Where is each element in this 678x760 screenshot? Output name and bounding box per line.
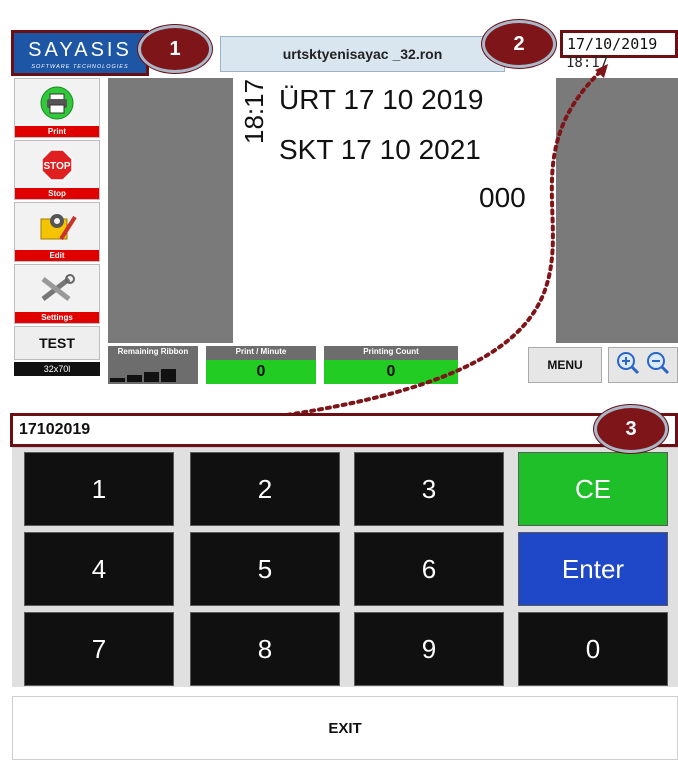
label-time: 18:17 [239, 79, 269, 148]
annotation-badge-2: 2 [482, 20, 556, 68]
numeric-keypad: 1 2 3 CE 4 5 6 Enter 7 8 9 0 [12, 447, 678, 687]
edit-button[interactable]: Edit [14, 202, 100, 262]
annotation-badge-3: 3 [594, 405, 668, 453]
key-0[interactable]: 0 [518, 612, 668, 686]
enter-button[interactable]: Enter [518, 532, 668, 606]
printer-icon [15, 83, 99, 123]
test-button[interactable]: TEST [14, 326, 100, 360]
numeric-input-value: 17102019 [19, 421, 91, 438]
print-per-minute-title: Print / Minute [235, 347, 287, 356]
key-4[interactable]: 4 [24, 532, 174, 606]
logo-tagline: SOFTWARE TECHNOLOGIES [31, 64, 129, 70]
label-preview[interactable]: 18:17 ÜRT 17 10 2019 SKT 17 10 2021 000 [233, 78, 556, 343]
sidebar: Print STOP Stop Edit Settings TEST 32x70… [14, 78, 100, 376]
annotation-badge-1: 1 [138, 25, 212, 73]
printing-count-value: 0 [324, 360, 458, 384]
print-label: Print [15, 126, 99, 137]
stop-sign-icon: STOP [15, 145, 99, 185]
edit-label: Edit [15, 250, 99, 261]
key-5[interactable]: 5 [190, 532, 340, 606]
sayasis-logo: SAYASIS SOFTWARE TECHNOLOGIES [11, 30, 149, 76]
settings-label: Settings [15, 312, 99, 323]
key-9[interactable]: 9 [354, 612, 504, 686]
key-3[interactable]: 3 [354, 452, 504, 526]
exit-button[interactable]: EXIT [12, 696, 678, 760]
printing-count: Printing Count 0 [324, 346, 458, 384]
printing-count-title: Printing Count [363, 347, 419, 356]
stop-label: Stop [15, 188, 99, 199]
zoom-in-icon[interactable] [616, 351, 640, 380]
stop-button[interactable]: STOP Stop [14, 140, 100, 200]
label-size-indicator: 32x70l [14, 362, 100, 376]
clear-entry-button[interactable]: CE [518, 452, 668, 526]
logo-brand: SAYASIS [28, 39, 132, 61]
current-file-name[interactable]: urtsktyenisayac _32.ron [220, 36, 505, 72]
print-per-minute-value: 0 [206, 360, 316, 384]
key-6[interactable]: 6 [354, 532, 504, 606]
printer-screen: SAYASIS SOFTWARE TECHNOLOGIES urtsktyeni… [8, 30, 678, 386]
remaining-ribbon: Remaining Ribbon [108, 346, 198, 384]
tools-icon [15, 269, 99, 309]
label-production-date: ÜRT 17 10 2019 [279, 84, 484, 115]
time-display: 18:17 [566, 55, 609, 71]
zoom-out-icon[interactable] [646, 351, 670, 380]
label-expiry-date: SKT 17 10 2021 [279, 134, 481, 165]
label-canvas: 18:17 ÜRT 17 10 2019 SKT 17 10 2021 000 [108, 78, 678, 343]
key-2[interactable]: 2 [190, 452, 340, 526]
remaining-ribbon-title: Remaining Ribbon [117, 347, 189, 356]
key-8[interactable]: 8 [190, 612, 340, 686]
edit-icon [15, 207, 99, 247]
label-counter: 000 [479, 182, 526, 213]
settings-button[interactable]: Settings [14, 264, 100, 324]
print-per-minute: Print / Minute 0 [206, 346, 316, 384]
status-strip: Remaining Ribbon Print / Minute 0 Printi… [108, 343, 678, 387]
zoom-controls [608, 347, 678, 383]
label-time-text: 18:17 [239, 78, 269, 144]
key-1[interactable]: 1 [24, 452, 174, 526]
date-field[interactable]: 17/10/2019 [560, 30, 678, 58]
menu-button[interactable]: MENU [528, 347, 602, 383]
ribbon-level-bars [110, 369, 176, 382]
numeric-input-field[interactable]: 17102019 [10, 413, 678, 447]
key-7[interactable]: 7 [24, 612, 174, 686]
svg-text:STOP: STOP [43, 161, 70, 172]
print-button[interactable]: Print [14, 78, 100, 138]
